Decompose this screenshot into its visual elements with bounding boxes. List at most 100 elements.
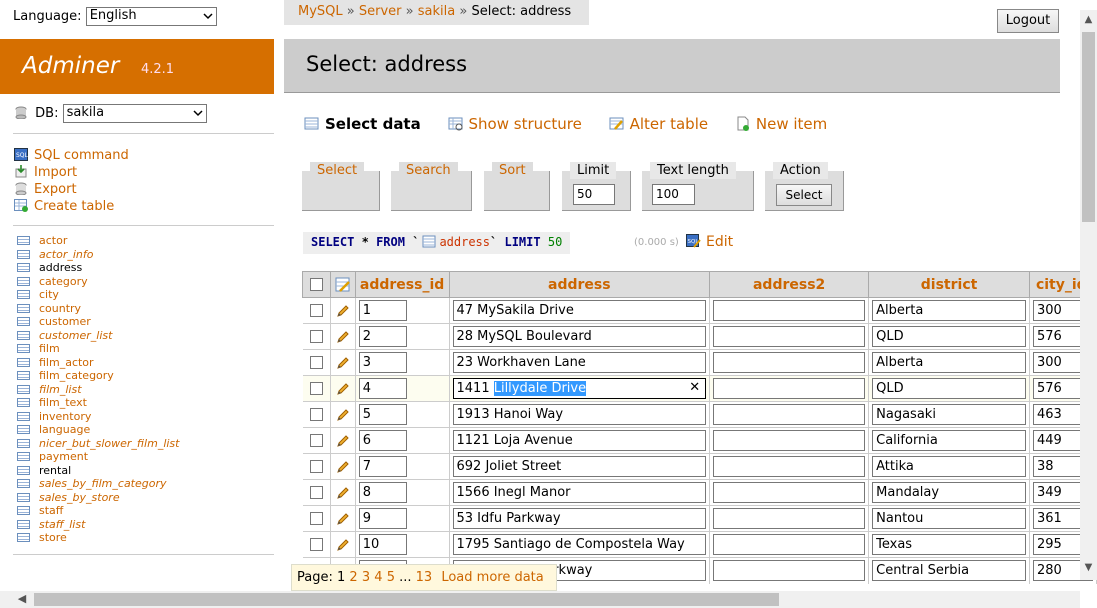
row-checkbox[interactable] bbox=[309, 356, 323, 369]
address-input[interactable]: 53 Idfu Parkway bbox=[452, 508, 707, 529]
table-link[interactable]: inventory bbox=[39, 410, 91, 423]
edit-all-icon[interactable] bbox=[335, 277, 351, 292]
district-input[interactable]: California bbox=[872, 430, 1026, 451]
table-link[interactable]: country bbox=[39, 302, 81, 315]
table-link[interactable]: film bbox=[39, 342, 60, 355]
table-icon[interactable] bbox=[17, 479, 30, 488]
language-select[interactable]: English bbox=[85, 7, 217, 26]
table-icon[interactable] bbox=[17, 330, 30, 340]
breadcrumb-server[interactable]: Server bbox=[359, 4, 402, 19]
row-checkbox[interactable] bbox=[309, 512, 323, 525]
district-input[interactable]: Nantou bbox=[872, 508, 1026, 529]
db-select[interactable]: sakila bbox=[62, 104, 207, 123]
table-link[interactable]: language bbox=[39, 423, 90, 436]
district-input[interactable]: Mandalay bbox=[872, 482, 1026, 503]
district-input[interactable]: QLD bbox=[872, 326, 1026, 347]
table-icon[interactable] bbox=[17, 263, 30, 272]
pager-last-page[interactable]: 13 bbox=[416, 570, 433, 585]
address2-input[interactable] bbox=[713, 404, 866, 425]
district-input[interactable]: Central Serbia bbox=[872, 560, 1026, 582]
address-id-input[interactable]: 2 bbox=[358, 326, 407, 347]
scroll-up-icon[interactable]: ▲ bbox=[1083, 14, 1094, 25]
action-select-button[interactable]: Select bbox=[776, 184, 832, 206]
edit-pencil-icon[interactable] bbox=[336, 486, 350, 500]
alter-table-link[interactable]: Alter table bbox=[609, 115, 708, 133]
address-input[interactable]: 1411 Lillydale Drive ✕ bbox=[452, 378, 707, 399]
table-icon[interactable] bbox=[17, 384, 30, 394]
pager-page-link[interactable]: 4 bbox=[374, 570, 382, 585]
table-icon[interactable] bbox=[17, 344, 30, 353]
table-link[interactable]: film_list bbox=[39, 383, 82, 396]
pager-page-link[interactable]: 2 bbox=[349, 570, 357, 585]
create-table-link[interactable]: Create table bbox=[14, 198, 129, 215]
address-input[interactable]: 692 Joliet Street bbox=[452, 456, 707, 477]
address2-input[interactable] bbox=[713, 300, 866, 321]
edit-pencil-icon[interactable] bbox=[336, 304, 350, 318]
load-more-link[interactable]: Load more data bbox=[441, 570, 543, 585]
address-id-input[interactable]: 4 bbox=[358, 378, 407, 399]
address-id-input[interactable]: 5 bbox=[358, 404, 407, 425]
column-header[interactable]: address bbox=[448, 271, 711, 298]
table-icon[interactable] bbox=[17, 236, 30, 245]
address-id-input[interactable]: 3 bbox=[358, 352, 407, 373]
row-checkbox[interactable] bbox=[309, 538, 323, 551]
address-id-input[interactable]: 1 bbox=[358, 300, 407, 321]
row-checkbox[interactable] bbox=[309, 460, 323, 473]
address-input[interactable]: 1121 Loja Avenue bbox=[452, 430, 707, 451]
table-link[interactable]: actor bbox=[39, 234, 67, 247]
table-icon[interactable] bbox=[17, 303, 30, 313]
address2-input[interactable] bbox=[713, 508, 866, 529]
table-link[interactable]: customer bbox=[39, 315, 91, 328]
edit-pencil-icon[interactable] bbox=[336, 434, 350, 448]
address-input[interactable]: 1795 Santiago de Compostela Way bbox=[452, 534, 707, 555]
row-checkbox[interactable] bbox=[309, 382, 323, 395]
edit-pencil-icon[interactable] bbox=[336, 330, 350, 344]
address-input[interactable]: 23 Workhaven Lane bbox=[452, 352, 707, 373]
select-fieldset[interactable]: Select bbox=[302, 161, 380, 211]
table-icon[interactable] bbox=[17, 425, 30, 434]
address2-input[interactable] bbox=[713, 430, 866, 451]
table-icon[interactable] bbox=[17, 492, 30, 502]
select-legend[interactable]: Select bbox=[310, 161, 365, 179]
table-link[interactable]: staff_list bbox=[39, 518, 85, 531]
table-icon[interactable] bbox=[17, 317, 30, 326]
table-link[interactable]: category bbox=[39, 275, 88, 288]
table-icon[interactable] bbox=[17, 398, 30, 407]
logout-button[interactable]: Logout bbox=[997, 9, 1059, 33]
district-input[interactable]: Alberta bbox=[872, 352, 1026, 373]
row-checkbox[interactable] bbox=[309, 486, 323, 499]
export-link[interactable]: Export bbox=[14, 181, 129, 198]
scroll-down-icon[interactable]: ▼ bbox=[1083, 562, 1094, 573]
address2-input[interactable] bbox=[713, 352, 866, 373]
address2-input[interactable] bbox=[713, 378, 866, 399]
district-input[interactable]: Nagasaki bbox=[872, 404, 1026, 425]
sort-fieldset[interactable]: Sort bbox=[484, 161, 550, 211]
clear-icon[interactable]: ✕ bbox=[689, 379, 700, 397]
table-icon[interactable] bbox=[17, 357, 30, 367]
select-all-checkbox[interactable] bbox=[309, 278, 323, 291]
search-fieldset[interactable]: Search bbox=[391, 161, 472, 211]
district-input[interactable]: Alberta bbox=[872, 300, 1026, 321]
scroll-left-icon[interactable]: ◀ bbox=[16, 593, 28, 605]
breadcrumb-mysql[interactable]: MySQL bbox=[298, 4, 343, 19]
table-link[interactable]: store bbox=[39, 531, 67, 544]
address-id-input[interactable]: 6 bbox=[358, 430, 407, 451]
table-icon[interactable] bbox=[17, 519, 30, 529]
horizontal-scrollbar[interactable]: ◀ bbox=[0, 591, 1080, 608]
table-link[interactable]: film_category bbox=[39, 369, 114, 382]
horizontal-scroll-thumb[interactable] bbox=[34, 593, 779, 606]
address2-input[interactable] bbox=[713, 326, 866, 347]
table-icon[interactable] bbox=[17, 438, 30, 448]
table-icon[interactable] bbox=[17, 249, 30, 259]
pager-page-link[interactable]: 3 bbox=[362, 570, 370, 585]
column-header[interactable]: address_id bbox=[354, 271, 450, 298]
table-link[interactable]: nicer_but_slower_film_list bbox=[39, 437, 179, 450]
sql-command-link[interactable]: SQL SQL command bbox=[14, 147, 129, 164]
table-icon[interactable] bbox=[17, 290, 30, 299]
table-link[interactable]: sales_by_store bbox=[39, 491, 120, 504]
address2-input[interactable] bbox=[713, 456, 866, 477]
text-length-input[interactable]: 100 bbox=[652, 184, 695, 205]
district-input[interactable]: QLD bbox=[872, 378, 1026, 399]
vertical-scrollbar[interactable]: ▲ ▼ bbox=[1080, 10, 1097, 580]
table-icon[interactable] bbox=[17, 465, 30, 475]
